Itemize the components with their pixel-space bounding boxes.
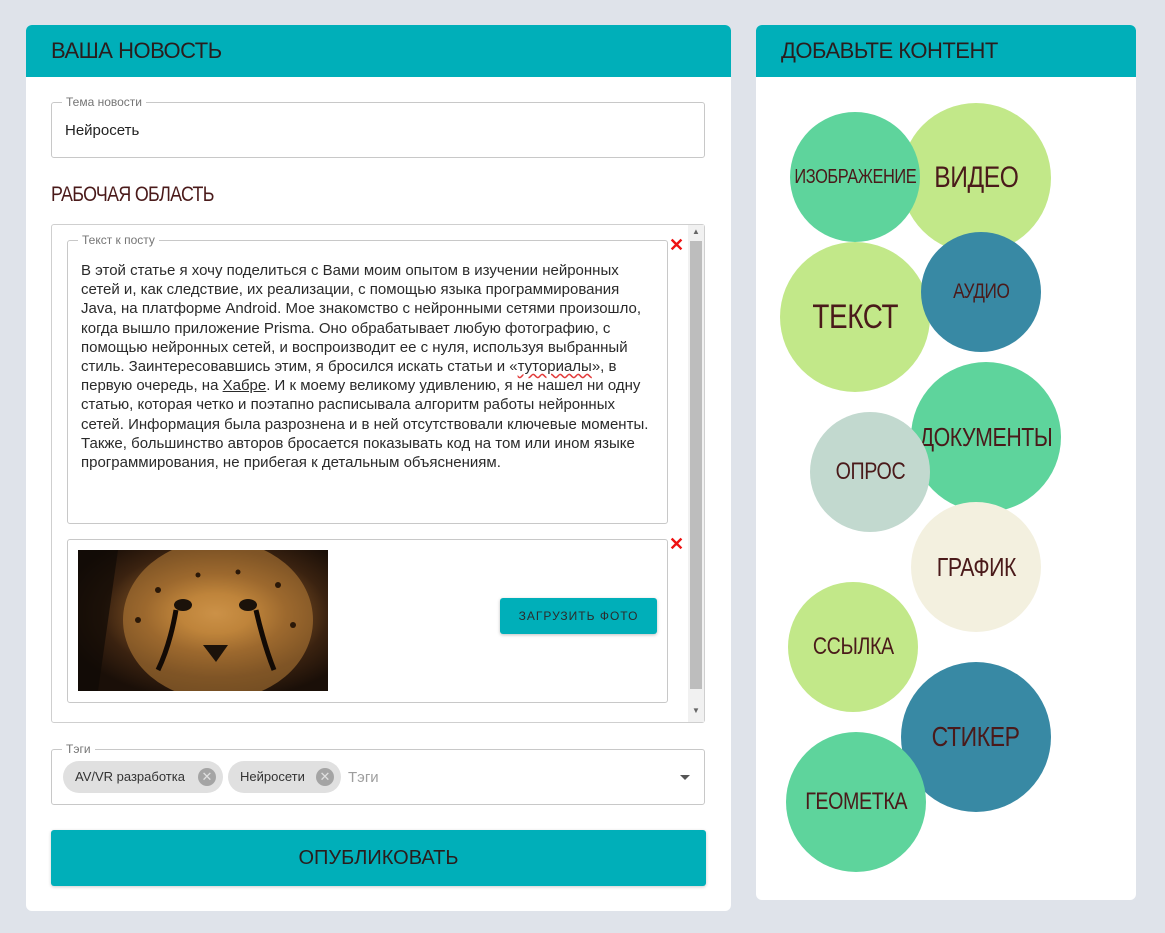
bubble-chart[interactable]: ГРАФИК <box>911 502 1041 632</box>
cheetah-photo <box>78 550 328 691</box>
habr-link: Хабре <box>222 377 267 395</box>
upload-photo-button[interactable]: ЗАГРУЗИТЬ ФОТО <box>500 598 657 634</box>
post-text-block[interactable]: Текст к посту В этой статье я хочу подел… <box>67 233 668 524</box>
news-editor-title: ВАША НОВОСТЬ <box>26 25 731 77</box>
tags-input[interactable]: Тэги <box>348 769 379 786</box>
bubble-geotag[interactable]: ГЕОМЕТКА <box>786 732 926 872</box>
topic-legend: Тема новости <box>62 95 147 109</box>
add-content-panel: ДОБАВЬТЕ КОНТЕНТ ВИДЕО ИЗОБРАЖЕНИЕ ТЕКСТ… <box>756 25 1136 900</box>
workspace-area[interactable]: Текст к посту В этой статье я хочу подел… <box>51 224 705 723</box>
chip-close-icon[interactable]: ✕ <box>198 768 216 786</box>
tag-chip[interactable]: Нейросети ✕ <box>228 761 341 793</box>
tag-chip-label: AV/VR разработка <box>75 769 185 784</box>
bubble-video[interactable]: ВИДЕО <box>901 103 1051 253</box>
chip-close-icon[interactable]: ✕ <box>316 768 334 786</box>
scroll-thumb[interactable] <box>690 241 702 689</box>
bubble-image[interactable]: ИЗОБРАЖЕНИЕ <box>790 112 920 242</box>
add-content-title: ДОБАВЬТЕ КОНТЕНТ <box>756 25 1136 77</box>
bubble-documents[interactable]: ДОКУМЕНТЫ <box>911 362 1061 512</box>
remove-text-block-icon[interactable]: ✕ <box>669 236 684 254</box>
topic-field[interactable]: Тема новости Нейросеть <box>51 95 705 158</box>
news-editor-panel: ВАША НОВОСТЬ Тема новости Нейросеть РАБО… <box>26 25 731 911</box>
scroll-up-icon[interactable]: ▲ <box>691 227 701 241</box>
publish-button[interactable]: ОПУБЛИКОВАТЬ <box>51 830 706 886</box>
post-text-body[interactable]: В этой статье я хочу поделиться с Вами м… <box>81 261 653 472</box>
photo-block[interactable]: ЗАГРУЗИТЬ ФОТО <box>67 539 668 703</box>
bubble-poll[interactable]: ОПРОС <box>810 412 930 532</box>
bubble-audio[interactable]: АУДИО <box>921 232 1041 352</box>
dropdown-arrow-icon[interactable] <box>680 775 690 780</box>
tags-field[interactable]: Тэги AV/VR разработка ✕ Нейросети ✕ Тэги <box>51 742 705 805</box>
scroll-down-icon[interactable]: ▼ <box>691 706 701 720</box>
workspace-title: РАБОЧАЯ ОБЛАСТЬ <box>51 183 215 206</box>
tag-chip-label: Нейросети <box>240 769 305 784</box>
remove-photo-block-icon[interactable]: ✕ <box>669 535 684 553</box>
bubble-link[interactable]: ССЫЛКА <box>788 582 918 712</box>
tags-legend: Тэги <box>62 742 95 756</box>
topic-value[interactable]: Нейросеть <box>65 122 139 139</box>
bubble-text[interactable]: ТЕКСТ <box>780 242 930 392</box>
post-text-legend: Текст к посту <box>78 233 159 247</box>
tag-chip[interactable]: AV/VR разработка ✕ <box>63 761 223 793</box>
workspace-scrollbar[interactable]: ▲ ▼ <box>688 225 704 722</box>
